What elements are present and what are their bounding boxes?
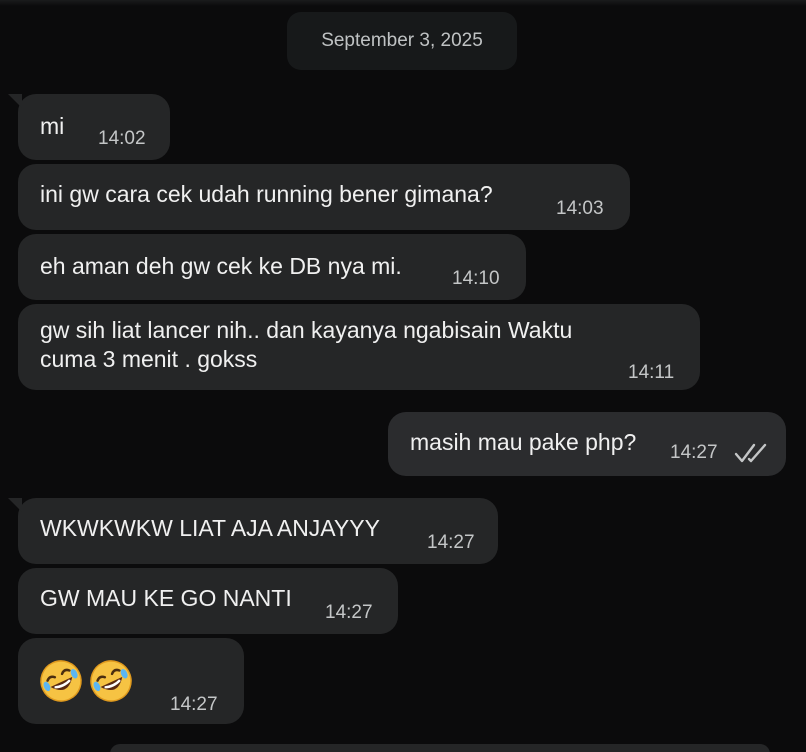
message-text: ini gw cara cek udah running bener giman… (40, 181, 493, 207)
message-text: masih mau pake php? (410, 429, 637, 455)
message-bubble-incoming[interactable]: gw sih liat lancer nih.. dan kayanya nga… (18, 304, 700, 390)
double-check-icon (734, 443, 767, 463)
message-text: eh aman deh gw cek ke DB nya mi. (40, 253, 402, 279)
rolling-on-floor-laughing-emoji-icon (90, 660, 132, 702)
message-bubble-incoming[interactable]: eh aman deh gw cek ke DB nya mi. 14:10 (18, 234, 526, 300)
message-bubble-partial[interactable] (110, 744, 770, 752)
message-text: GW MAU KE GO NANTI (40, 585, 292, 611)
chat-view: September 3, 2025 mi 14:02 ini gw cara c… (0, 0, 806, 752)
message-text: WKWKWKW LIAT AJA ANJAYYY (40, 515, 380, 541)
message-bubble-incoming[interactable]: GW MAU KE GO NANTI 14:27 (18, 568, 398, 634)
date-separator-label: September 3, 2025 (321, 30, 483, 51)
message-time: 14:10 (452, 268, 500, 289)
rolling-on-floor-laughing-emoji-icon (40, 660, 82, 702)
message-bubble-incoming[interactable]: ini gw cara cek udah running bener giman… (18, 164, 630, 230)
message-time: 14:11 (628, 362, 675, 383)
message-time: 14:27 (427, 532, 475, 553)
message-text: gw sih liat lancer nih.. dan kayanya nga… (40, 317, 573, 372)
message-bubble-incoming[interactable]: WKWKWKW LIAT AJA ANJAYYY 14:27 (8, 498, 498, 564)
message-time: 14:02 (98, 128, 146, 149)
message-time: 14:27 (325, 602, 373, 623)
bubble-tail (8, 94, 22, 108)
message-time: 14:03 (556, 198, 604, 219)
date-separator: September 3, 2025 (287, 12, 517, 70)
top-edge (0, 0, 806, 6)
message-bubble-incoming[interactable]: 14:27 (18, 638, 244, 724)
bubble-tail (8, 498, 22, 512)
message-bubble-outgoing[interactable]: masih mau pake php? 14:27 (388, 412, 786, 476)
message-bubble-incoming[interactable]: mi 14:02 (8, 94, 170, 160)
message-text: mi (40, 113, 65, 139)
message-time: 14:27 (670, 442, 718, 463)
message-time: 14:27 (170, 694, 218, 715)
